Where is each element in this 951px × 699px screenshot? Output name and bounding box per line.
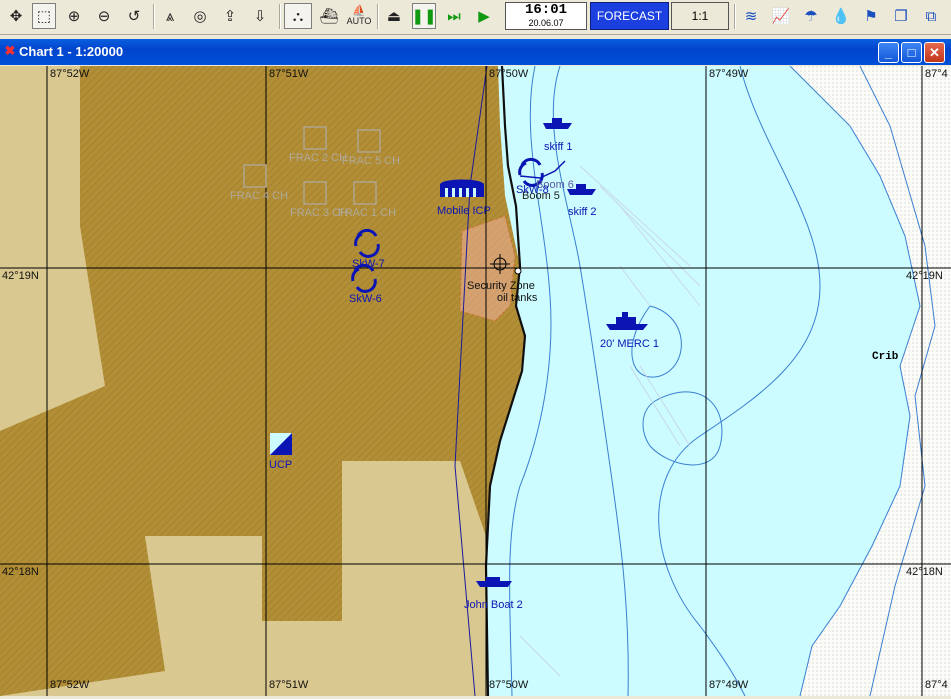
measure-icon[interactable]: ⩓ <box>158 3 182 29</box>
pan-icon[interactable]: ✥ <box>4 3 28 29</box>
sim-clock: 16:01 20.06.07 <box>505 2 587 30</box>
oil-tank-marker <box>514 267 522 275</box>
mobile-icp-marker <box>440 179 484 197</box>
target-icon[interactable]: ◎ <box>188 3 212 29</box>
windows-icon[interactable]: ⧉ <box>919 3 943 29</box>
play-icon[interactable]: ▶ <box>472 3 496 29</box>
coast-view-icon[interactable]: ⛬ <box>284 3 312 29</box>
stop-icon[interactable]: ⏏ <box>382 3 406 29</box>
undo-icon[interactable]: ↺ <box>122 3 146 29</box>
lon-top-3: 87°50W <box>489 68 529 80</box>
skiff-1-label[interactable]: skiff 1 <box>544 141 573 153</box>
lat-left-1: 42°19N <box>2 270 39 282</box>
zoom-in-icon[interactable]: ⊕ <box>62 3 86 29</box>
minimize-button[interactable]: _ <box>878 42 899 63</box>
skw-7-label[interactable]: SkW-7 <box>352 258 385 270</box>
lon-bottom-5: 87°4 <box>925 679 948 691</box>
pause-icon[interactable]: ❚❚ <box>411 3 437 29</box>
export-icon[interactable]: ⇪ <box>218 3 242 29</box>
fast-forward-icon[interactable]: ⏭ <box>442 3 466 29</box>
oil-drop-icon[interactable]: 💧 <box>829 3 853 29</box>
clock-date: 20.06.07 <box>528 18 564 28</box>
main-toolbar: ✥ ⬚ ⊕ ⊖ ↺ ⩓ ◎ ⇪ ⇩ ⛬ ⛴ ⛵ AUTO ⏏ ❚❚ ⏭ ▶ 16… <box>0 0 951 35</box>
forecast-button[interactable]: FORECAST <box>590 2 669 30</box>
zoom-out-icon[interactable]: ⊖ <box>92 3 116 29</box>
frac-label-3: FRAC 4 CH <box>230 190 289 202</box>
chart-window-icon: ✖ <box>4 43 16 58</box>
lon-bottom-2: 87°51W <box>269 679 309 691</box>
merc-1-label[interactable]: 20' MERC 1 <box>600 338 659 350</box>
wind-icon[interactable]: ⚑ <box>859 3 883 29</box>
lon-top-2: 87°51W <box>269 68 309 80</box>
weather-icon[interactable]: ☂ <box>799 3 823 29</box>
time-scale-button[interactable]: 1:1 <box>671 2 729 30</box>
current-vectors-icon[interactable]: ≋ <box>739 3 763 29</box>
auto-mode-button[interactable]: ⛵ AUTO <box>345 3 373 29</box>
nautical-chart[interactable]: 87°52W 87°51W 87°50W 87°49W 87°4 87°52W … <box>0 66 951 696</box>
graph-icon[interactable]: 📈 <box>769 3 793 29</box>
lat-right-2: 42°18N <box>906 566 943 578</box>
ucp-label[interactable]: UCP <box>269 459 292 471</box>
lon-bottom-4: 87°49W <box>709 679 749 691</box>
select-tool-icon[interactable]: ⬚ <box>32 3 56 29</box>
import-icon[interactable]: ⇩ <box>248 3 272 29</box>
lon-top-4: 87°49W <box>709 68 749 80</box>
security-zone-label[interactable]: Security Zone <box>467 280 535 292</box>
maximize-button[interactable]: □ <box>901 42 922 63</box>
skiff-2-label[interactable]: skiff 2 <box>568 206 597 218</box>
lon-top-5: 87°4 <box>925 68 948 80</box>
close-button[interactable]: ✕ <box>924 42 945 63</box>
lat-left-2: 42°18N <box>2 566 39 578</box>
vessel-view-icon[interactable]: ⛴ <box>315 3 343 29</box>
layers-icon[interactable]: ❐ <box>889 3 913 29</box>
chart-window-titlebar: ✖ Chart 1 - 1:20000 _ □ ✕ <box>0 39 951 65</box>
auto-mode-label: AUTO <box>346 16 372 26</box>
clock-time: 16:01 <box>524 2 567 18</box>
frac-label-1: FRAC 2 CH <box>289 152 348 164</box>
john-boat-2-label[interactable]: John Boat 2 <box>464 599 523 611</box>
lon-bottom-1: 87°52W <box>50 679 90 691</box>
lon-bottom-3: 87°50W <box>489 679 529 691</box>
crib-label: Crib <box>872 351 899 363</box>
mobile-icp-label[interactable]: Mobile ICP <box>437 205 491 217</box>
chart-window-title: Chart 1 - 1:20000 <box>19 44 124 59</box>
skw-6-label[interactable]: SkW-6 <box>349 293 382 305</box>
lat-right-1: 42°19N <box>906 270 943 282</box>
lon-top-1: 87°52W <box>50 68 90 80</box>
frac-label-5: FRAC 1 CH <box>338 207 397 219</box>
oil-tanks-label[interactable]: oil tanks <box>497 292 537 304</box>
frac-label-2: FRAC 5 CH <box>342 155 401 167</box>
skw-8-label[interactable]: SkW-8 <box>516 184 549 196</box>
